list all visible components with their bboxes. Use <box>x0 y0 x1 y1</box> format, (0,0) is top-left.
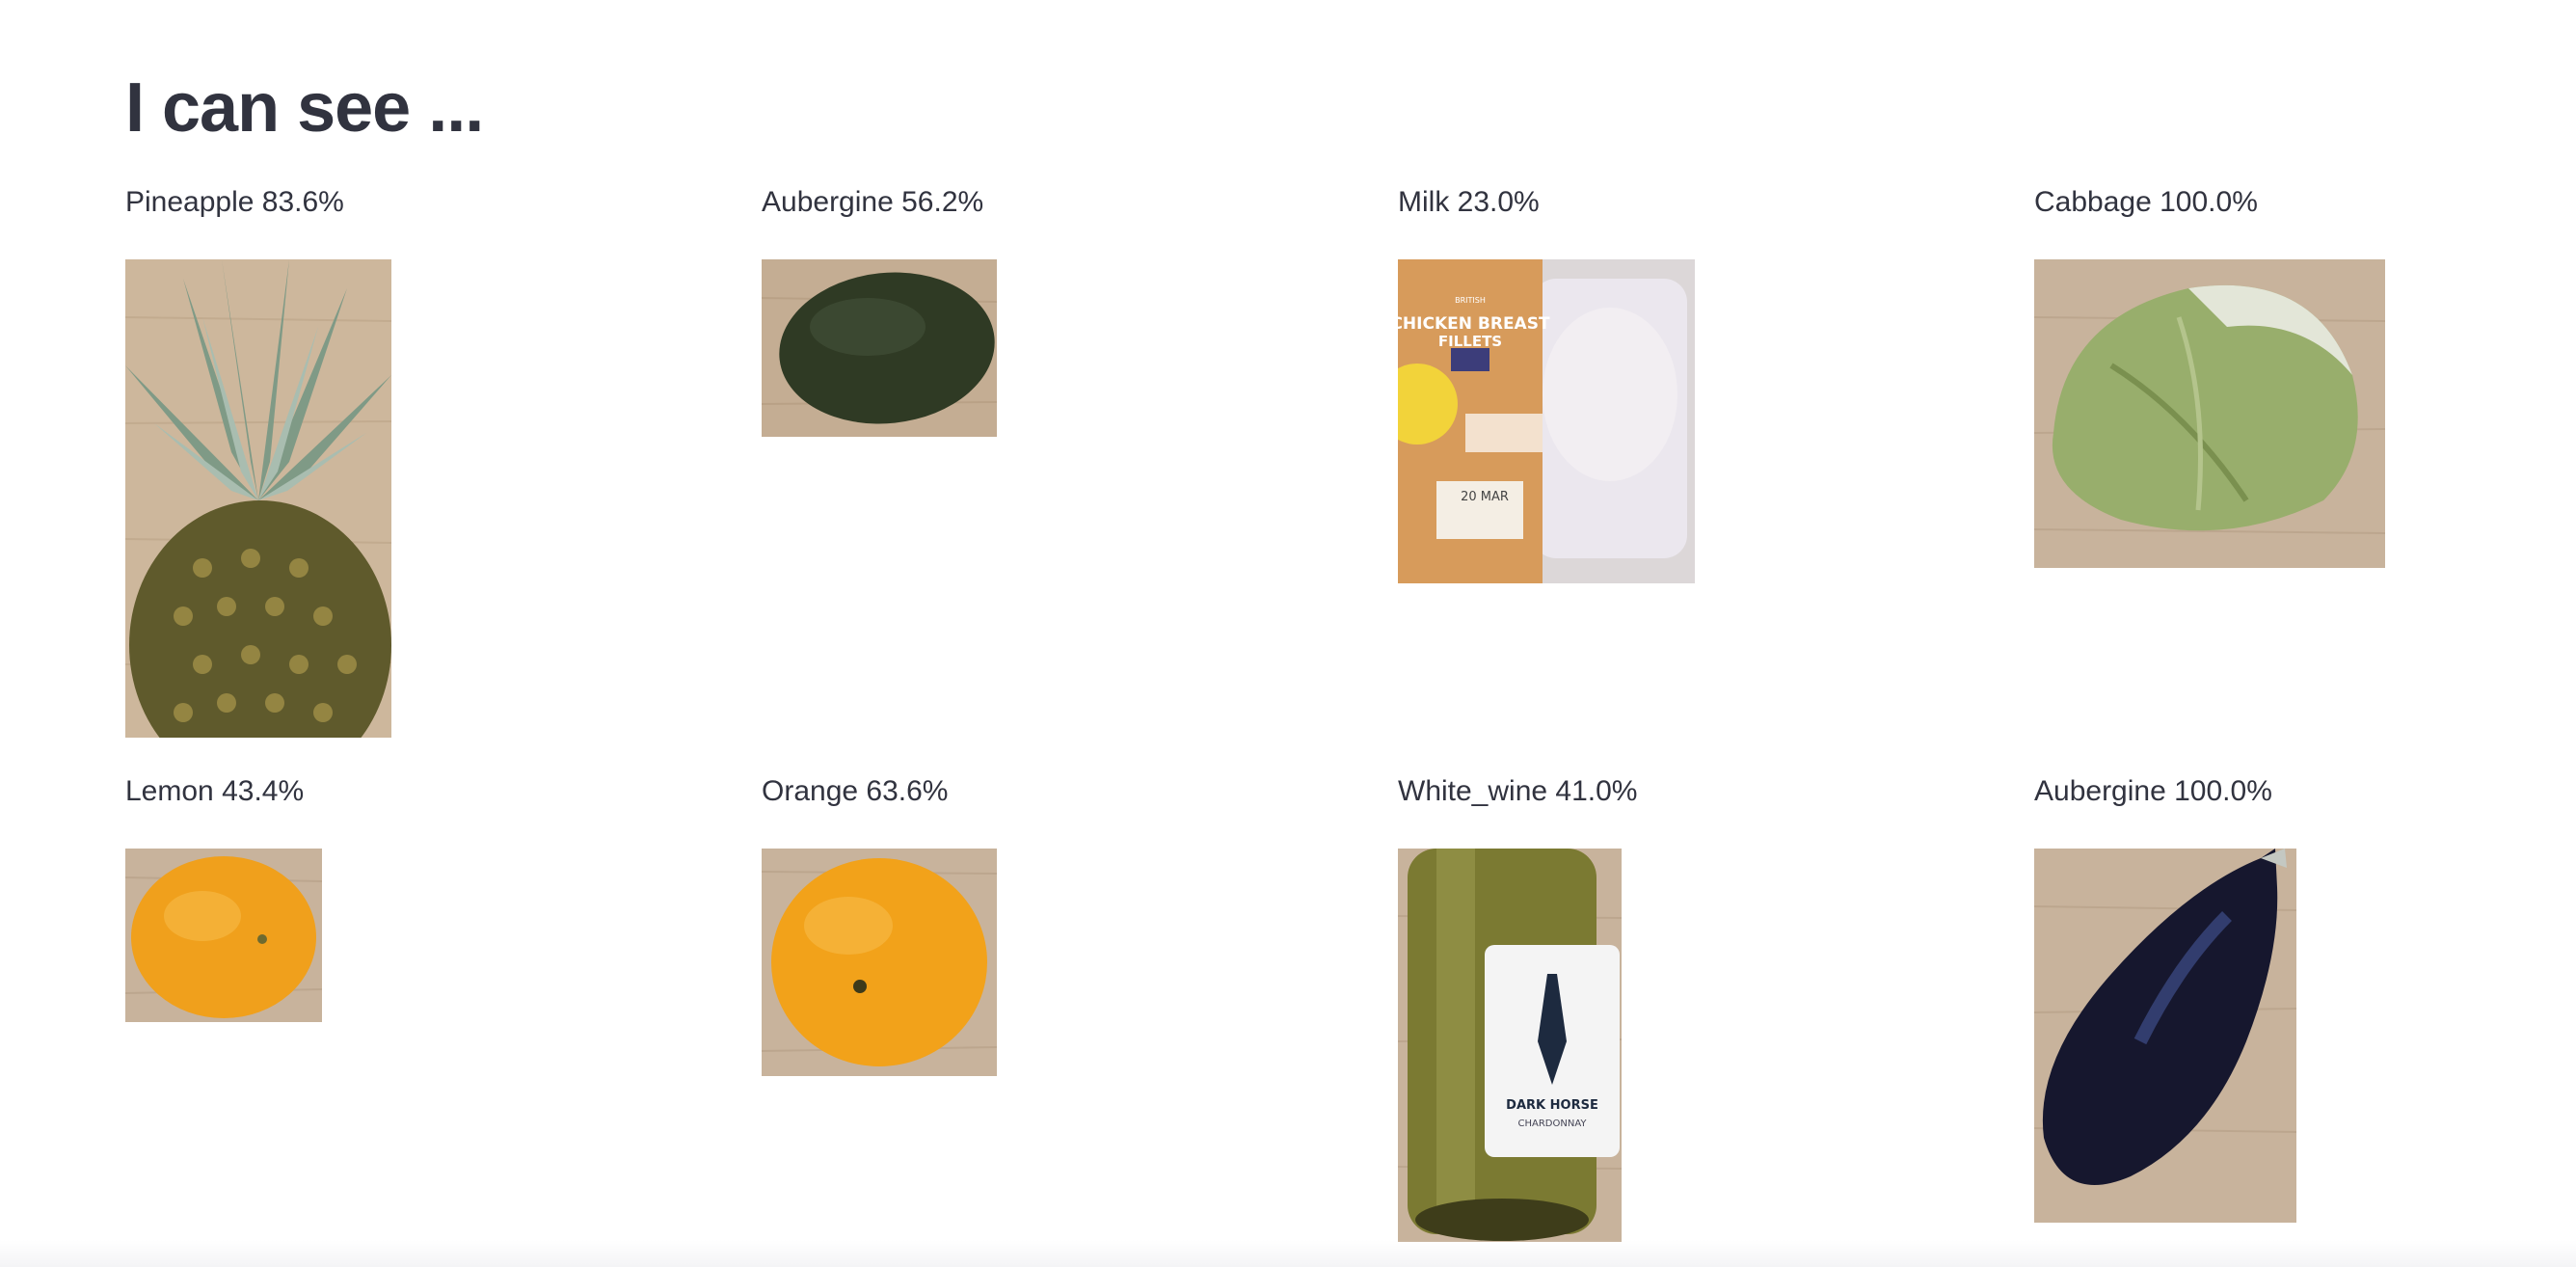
prediction-confidence: 43.4% <box>222 775 305 807</box>
orange-image <box>762 849 997 1076</box>
prediction-confidence: 100.0% <box>2174 775 2272 807</box>
prediction-label-3: Milk 23.0% <box>1398 183 1540 222</box>
prediction-label-6: Orange 63.6% <box>762 772 949 811</box>
prediction-label-4: Cabbage 100.0% <box>2034 183 2258 222</box>
prediction-confidence: 83.6% <box>261 186 344 218</box>
package-brand: BRITISH <box>1455 296 1486 305</box>
prediction-name: White_wine <box>1398 775 1548 807</box>
prediction-confidence: 56.2% <box>901 186 984 218</box>
prediction-name: Cabbage <box>2034 186 2152 218</box>
wine-brand: DARK HORSE <box>1506 1098 1598 1113</box>
prediction-confidence: 41.0% <box>1555 775 1638 807</box>
prediction-confidence: 100.0% <box>2160 186 2258 218</box>
wine-bottle-image: DARK HORSE CHARDONNAY <box>1398 849 1622 1242</box>
prediction-name: Orange <box>762 775 859 807</box>
cabbage-image <box>2034 259 2385 568</box>
prediction-name: Milk <box>1398 186 1450 218</box>
package-date: 20 MAR <box>1461 490 1509 504</box>
prediction-name: Aubergine <box>762 186 894 218</box>
prediction-name: Aubergine <box>2034 775 2166 807</box>
aubergine-image <box>2034 849 2296 1223</box>
page-title: I can see ... <box>125 69 484 147</box>
lemon-image <box>125 849 322 1022</box>
prediction-name: Pineapple <box>125 186 255 218</box>
bottom-shadow <box>0 1240 2576 1267</box>
prediction-label-7: White_wine 41.0% <box>1398 772 1638 811</box>
prediction-label-8: Aubergine 100.0% <box>2034 772 2272 811</box>
prediction-confidence: 23.0% <box>1457 186 1540 218</box>
avocado-image <box>762 259 997 437</box>
prediction-label-2: Aubergine 56.2% <box>762 183 983 222</box>
prediction-label-5: Lemon 43.4% <box>125 772 304 811</box>
pineapple-image <box>125 259 391 738</box>
package-title-line2: FILLETS <box>1438 333 1502 350</box>
prediction-label-1: Pineapple 83.6% <box>125 183 344 222</box>
prediction-name: Lemon <box>125 775 214 807</box>
chicken-package-image: BRITISH CHICKEN BREAST FILLETS 20 MAR <box>1398 259 1695 583</box>
prediction-confidence: 63.6% <box>866 775 949 807</box>
package-title-line1: CHICKEN BREAST <box>1398 314 1550 334</box>
wine-variety: CHARDONNAY <box>1518 1119 1588 1129</box>
